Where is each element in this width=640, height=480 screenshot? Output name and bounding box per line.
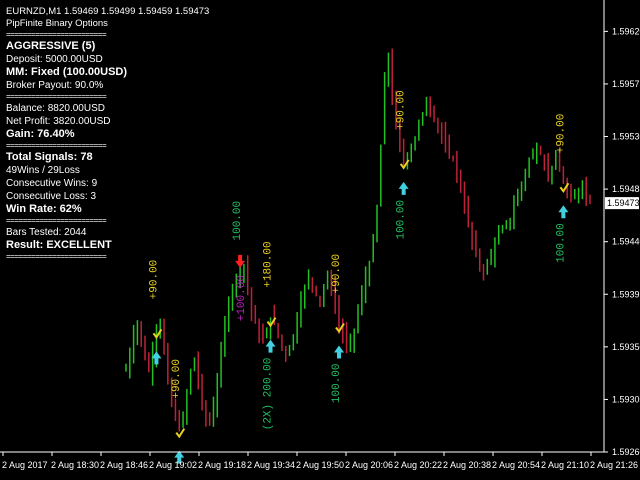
x-tick-label: 2 Aug 19:18 (198, 460, 246, 470)
signal-label: 100.00 (396, 200, 408, 240)
balance-label: Balance: 8820.00USD (6, 103, 105, 114)
net-profit-label: Net Profit: 3820.00USD (6, 116, 111, 127)
signal-label: +90.00 (171, 359, 183, 399)
x-tick-label: 2 Aug 18:30 (51, 460, 99, 470)
separator: ======================== (6, 30, 107, 39)
win-rate-label: Win Rate: 62% (6, 203, 82, 215)
y-tick-label: 1.59620 (612, 26, 640, 36)
result-label: Result: EXCELLENT (6, 239, 112, 251)
x-tick-label: 2 Aug 20:38 (443, 460, 491, 470)
x-tick-label: 2 Aug 20:54 (492, 460, 540, 470)
signal-label: +90.00 (396, 90, 408, 130)
x-tick-label: 2 Aug 19:34 (247, 460, 295, 470)
separator: ======================== (6, 216, 107, 225)
x-tick-label: 2 Aug 19:50 (296, 460, 344, 470)
x-tick-label: 2 Aug 21:10 (541, 460, 589, 470)
y-tick-label: 1.59350 (612, 342, 640, 352)
payout-label: Broker Payout: 90.0% (6, 80, 104, 91)
consecutive-loss-label: Consecutive Loss: 3 (6, 191, 97, 202)
x-tick-label: 2 Aug 2017 (2, 460, 48, 470)
total-signals-label: Total Signals: 78 (6, 151, 93, 163)
gain-label: Gain: 76.40% (6, 128, 75, 140)
indicator-name: PipFinite Binary Options (6, 18, 108, 29)
current-price-label: 1.59473 (607, 198, 640, 208)
wins-losses-label: 49Wins / 29Loss (6, 165, 80, 176)
signal-label: +90.00 (148, 260, 160, 300)
separator: ======================== (6, 141, 107, 150)
signal-label: 100.00 (232, 201, 244, 241)
signal-label: +90.00 (555, 114, 567, 154)
signal-label: +100.00 (236, 275, 248, 321)
y-tick-label: 1.59260 (612, 447, 640, 457)
signal-label: (2X) 200.00 (263, 358, 275, 431)
y-tick-label: 1.59440 (612, 237, 640, 247)
x-tick-label: 2 Aug 18:46 (100, 460, 148, 470)
x-tick-label: 2 Aug 21:26 (590, 460, 638, 470)
money-management-label: MM: Fixed (100.00USD) (6, 66, 128, 78)
y-tick-label: 1.59305 (612, 394, 640, 404)
y-tick-label: 1.59395 (612, 289, 640, 299)
x-tick-label: 2 Aug 20:06 (345, 460, 393, 470)
signal-label: 100.00 (331, 363, 343, 403)
y-tick-label: 1.59485 (612, 184, 640, 194)
signal-label: +90.00 (331, 254, 343, 294)
symbol-line: EURNZD,M1 1.59469 1.59499 1.59459 1.5947… (6, 6, 210, 17)
x-tick-label: 2 Aug 20:22 (394, 460, 442, 470)
info-panel: EURNZD,M1 1.59469 1.59499 1.59459 1.5947… (6, 6, 210, 262)
signal-label: 100.00 (555, 223, 567, 263)
y-tick-label: 1.59575 (612, 79, 640, 89)
x-tick-label: 2 Aug 19:02 (149, 460, 197, 470)
signal-label: +180.00 (263, 241, 275, 287)
separator: ======================== (6, 92, 107, 101)
mode-label: AGGRESSIVE (5) (6, 40, 96, 52)
bars-tested-label: Bars Tested: 2044 (6, 227, 87, 238)
separator: ======================== (6, 252, 107, 261)
deposit-label: Deposit: 5000.00USD (6, 54, 103, 65)
y-tick-label: 1.59530 (612, 132, 640, 142)
consecutive-wins-label: Consecutive Wins: 9 (6, 178, 98, 189)
